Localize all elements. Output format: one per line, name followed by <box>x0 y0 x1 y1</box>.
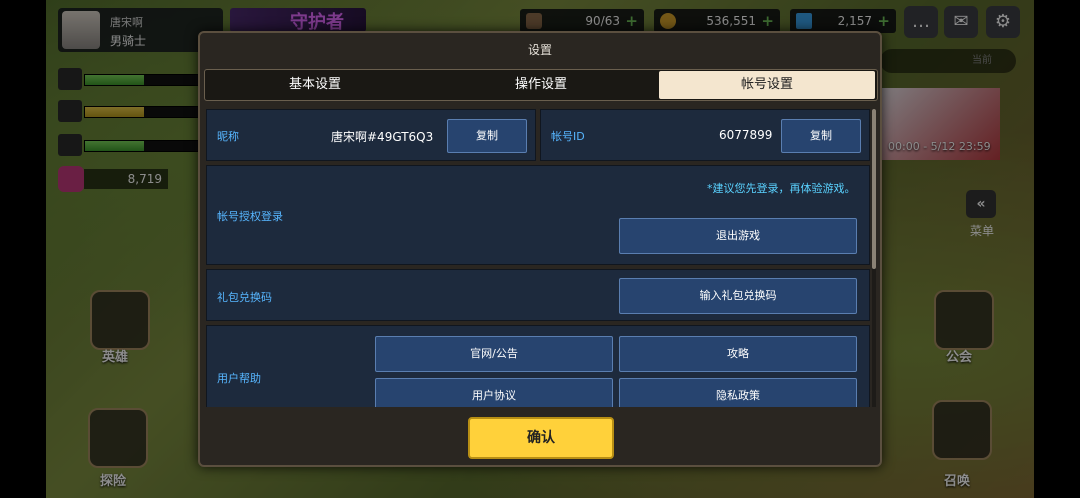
account-id-value: 6077899 <box>719 128 773 142</box>
user-help-panel: 用户帮助 官网/公告 攻略 用户协议 隐私政策 <box>206 325 870 407</box>
nickname-panel: 昵称 唐宋啊#49GT6Q3 复制 <box>206 109 536 161</box>
settings-dialog: 设置 基本设置 操作设置 帐号设置 昵称 唐宋啊#49GT6Q3 复制 帐号ID… <box>198 31 882 467</box>
copy-account-id-button[interactable]: 复制 <box>781 119 861 153</box>
guide-button[interactable]: 攻略 <box>619 336 857 372</box>
scrollbar-thumb[interactable] <box>872 109 876 269</box>
account-id-label: 帐号ID <box>551 130 585 143</box>
tab-basic-settings[interactable]: 基本设置 <box>205 70 425 100</box>
enter-gift-code-button[interactable]: 输入礼包兑换码 <box>619 278 857 314</box>
confirm-button[interactable]: 确认 <box>468 417 614 459</box>
exit-game-button[interactable]: 退出游戏 <box>619 218 857 254</box>
account-id-panel: 帐号ID 6077899 复制 <box>540 109 870 161</box>
login-hint: *建议您先登录，再体验游戏。 <box>707 182 856 195</box>
official-site-button[interactable]: 官网/公告 <box>375 336 613 372</box>
user-agreement-button[interactable]: 用户协议 <box>375 378 613 407</box>
gift-code-panel: 礼包兑换码 输入礼包兑换码 <box>206 269 870 321</box>
privacy-policy-button[interactable]: 隐私政策 <box>619 378 857 407</box>
user-help-label: 用户帮助 <box>217 372 261 385</box>
content-scrollbar[interactable] <box>872 109 876 407</box>
account-auth-panel: 帐号授权登录 *建议您先登录，再体验游戏。 退出游戏 <box>206 165 870 265</box>
account-auth-label: 帐号授权登录 <box>217 210 283 223</box>
dialog-title: 设置 <box>527 43 552 57</box>
settings-tabs: 基本设置 操作设置 帐号设置 <box>204 69 878 101</box>
gift-code-label: 礼包兑换码 <box>217 291 272 304</box>
nickname-value: 唐宋啊#49GT6Q3 <box>331 130 434 144</box>
copy-nickname-button[interactable]: 复制 <box>447 119 527 153</box>
account-settings-content[interactable]: 昵称 唐宋啊#49GT6Q3 复制 帐号ID 6077899 复制 帐号授权登录… <box>206 109 870 407</box>
nickname-label: 昵称 <box>217 130 239 143</box>
tab-account-settings[interactable]: 帐号设置 <box>659 71 875 99</box>
tab-control-settings[interactable]: 操作设置 <box>431 70 651 100</box>
